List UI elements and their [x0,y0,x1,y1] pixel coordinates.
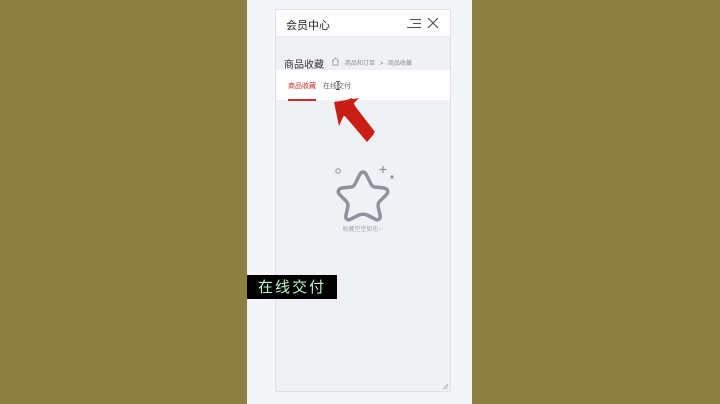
resize-handle-icon[interactable] [442,383,449,390]
menu-icon[interactable] [407,18,421,29]
breadcrumb-item-favorites: 商品收藏 [387,60,412,67]
text-cursor-icon [336,81,340,90]
red-pointer-arrow-icon [334,98,375,142]
breadcrumb-item-orders[interactable]: 商品和订单 [345,60,375,67]
breadcrumb-separator: > [378,60,384,67]
member-center-window: 会员中心 商品收藏 商品和订单 > 商品收藏 商品收藏 在线交付 收藏空空如也~ [275,9,451,392]
page-title: 商品收藏 [284,60,324,71]
window-title: 会员中心 [286,19,330,32]
close-icon[interactable] [427,17,439,29]
tab-favorites[interactable]: 商品收藏 [288,81,316,91]
video-caption: 在线交付 [247,275,337,299]
active-tab-indicator [288,99,316,101]
empty-state-text: 收藏空空如也~ [342,226,384,233]
top-bar: 会员中心 [276,10,450,37]
home-icon[interactable] [331,57,340,66]
star-icon [335,166,394,222]
page-header: 商品收藏 商品和订单 > 商品收藏 [276,37,450,71]
breadcrumb: 商品和订单 > 商品收藏 [345,58,414,67]
